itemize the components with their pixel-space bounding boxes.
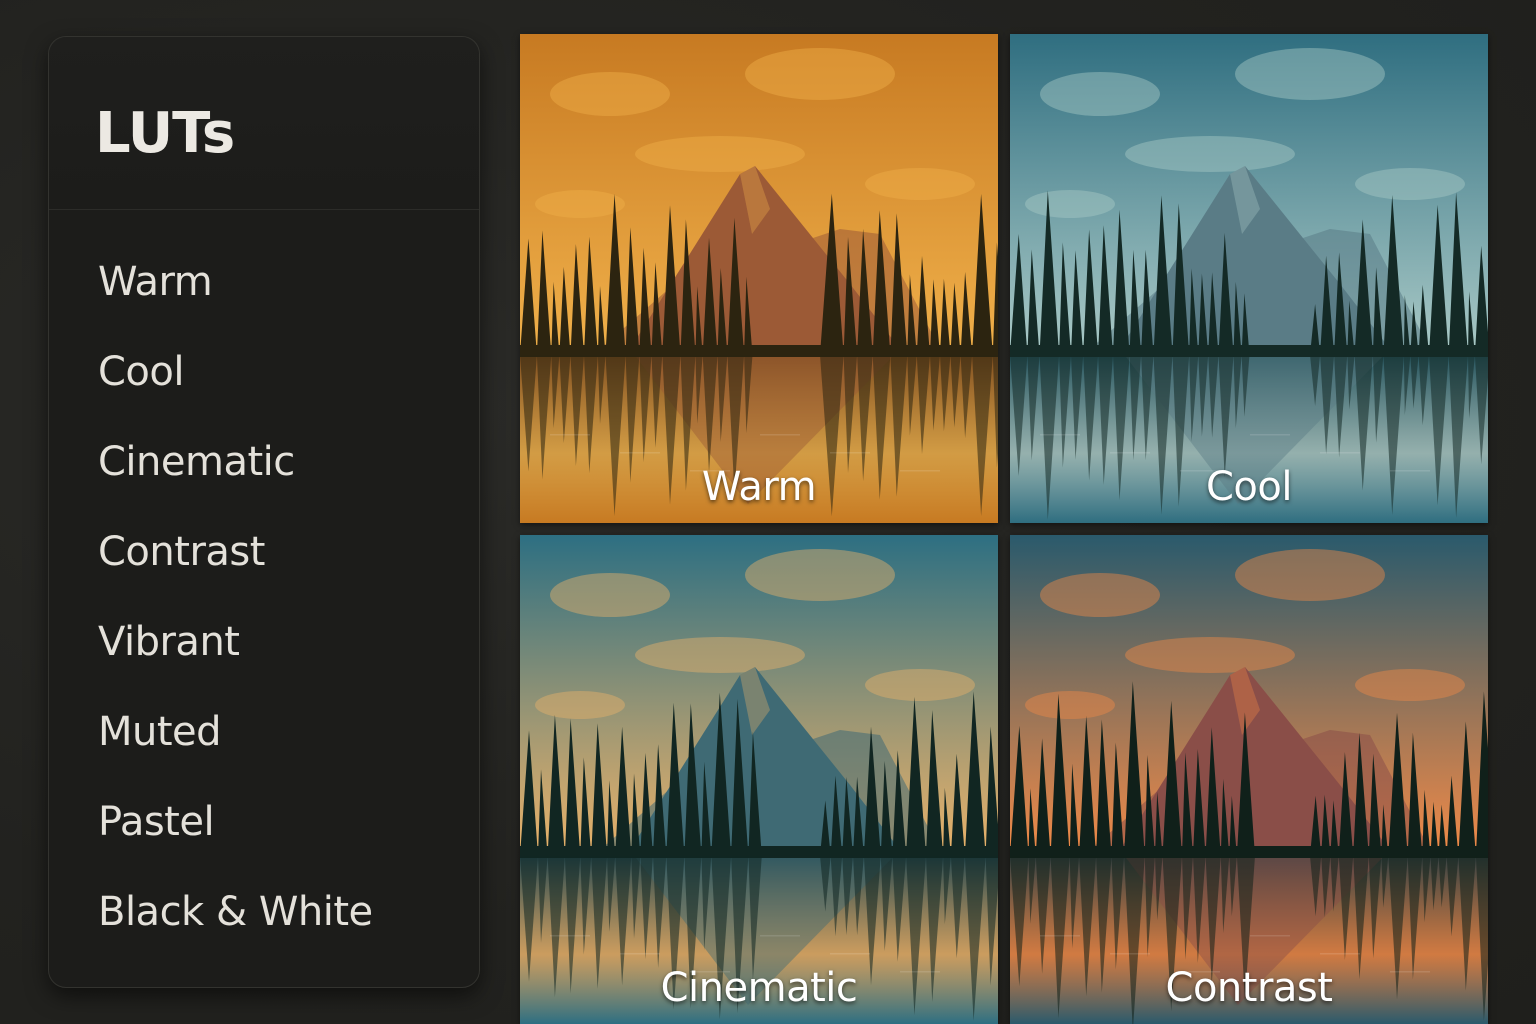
landscape-image (520, 535, 998, 1024)
landscape-image (520, 34, 998, 523)
lut-item-vibrant[interactable]: Vibrant (49, 597, 479, 687)
lut-item-black-white[interactable]: Black & White (49, 867, 479, 957)
lut-item-contrast[interactable]: Contrast (49, 507, 479, 597)
landscape-image (1010, 34, 1488, 523)
lut-browser-app: LUTs Warm Cool Cinematic Contrast Vibran… (0, 0, 1536, 1024)
preview-label: Cool (1206, 464, 1293, 510)
lut-item-pastel[interactable]: Pastel (49, 777, 479, 867)
preview-tile-cinematic[interactable]: Cinematic (520, 535, 998, 1024)
panel-header: LUTs (49, 37, 479, 210)
preview-grid: Warm Cool Cinematic Contrast (520, 34, 1490, 1024)
preview-label: Cinematic (660, 965, 858, 1011)
lut-list: Warm Cool Cinematic Contrast Vibrant Mut… (49, 237, 479, 957)
panel-title: LUTs (95, 101, 235, 166)
preview-tile-contrast[interactable]: Contrast (1010, 535, 1488, 1024)
preview-tile-warm[interactable]: Warm (520, 34, 998, 523)
preview-label: Warm (701, 464, 817, 510)
lut-item-warm[interactable]: Warm (49, 237, 479, 327)
preview-label: Contrast (1165, 965, 1333, 1011)
lut-item-cool[interactable]: Cool (49, 327, 479, 417)
luts-panel: LUTs Warm Cool Cinematic Contrast Vibran… (48, 36, 480, 988)
landscape-image (1010, 535, 1488, 1024)
lut-item-muted[interactable]: Muted (49, 687, 479, 777)
preview-tile-cool[interactable]: Cool (1010, 34, 1488, 523)
lut-item-cinematic[interactable]: Cinematic (49, 417, 479, 507)
